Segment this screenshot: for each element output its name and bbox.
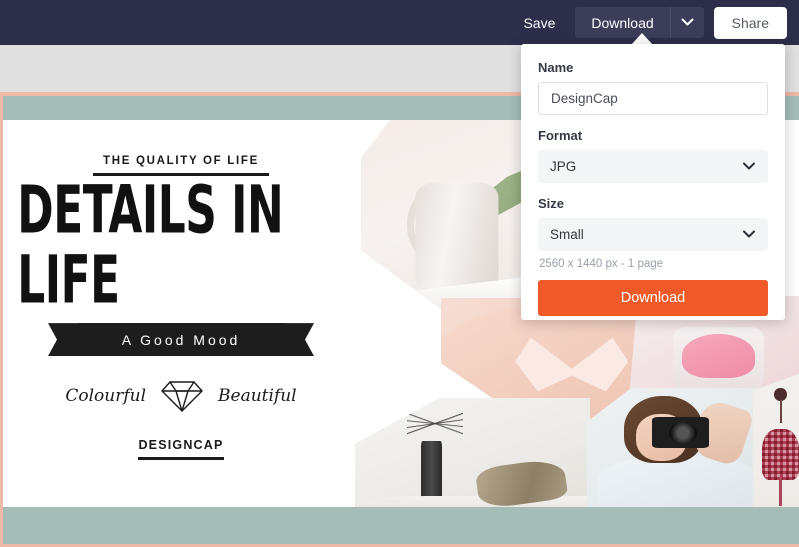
format-field-label: Format [538,128,583,143]
canvas-text-block: THE QUALITY OF LIFE DETAILS IN LIFE A Go… [3,120,359,507]
photo-vase-and-pillows[interactable] [355,398,590,507]
format-select[interactable]: JPG [538,150,768,183]
photo-bag-image [753,370,799,507]
chevron-down-icon [681,18,694,26]
app-root: Save Download Share THE QUALITY OF LIFE [0,0,799,547]
save-button-label: Save [523,14,556,31]
canvas-script-left: Colourful [65,386,147,407]
canvas-bottom-band [3,507,799,544]
photo-hanging-bag[interactable] [753,370,799,507]
ribbon-tail-right [284,323,314,357]
ribbon-tail-left [48,323,78,357]
bag-cord-shape [779,399,782,424]
canvas-ribbon: A Good Mood [48,323,314,357]
canvas-script-right: Beautiful [218,386,297,407]
bag-tail-shape [778,476,782,507]
photo-camera-image [587,388,757,507]
format-select-value: JPG [550,159,577,174]
share-button[interactable]: Share [713,6,787,39]
size-field-label: Size [538,196,565,211]
name-field-label: Name [538,60,574,75]
diamond-icon [161,381,203,413]
photo-vase-image [355,398,590,507]
top-toolbar: Save Download Share [0,0,799,45]
bowl-pink-contents-shape [681,334,756,378]
share-button-label: Share [731,14,769,31]
name-input[interactable]: DesignCap [538,82,768,115]
canvas-brand: DESIGNCAP [138,438,224,461]
download-popup: Name DesignCap Format JPG Size Small 256… [521,44,785,320]
download-dropdown-toggle[interactable] [669,7,704,38]
download-button-label: Download [591,14,654,31]
size-select[interactable]: Small [538,218,768,251]
dimensions-hint: 2560 x 1440 px - 1 page [539,258,664,270]
download-button[interactable]: Download [575,7,669,38]
canvas-kicker: THE QUALITY OF LIFE [102,154,260,167]
chevron-down-icon [743,162,755,170]
photo-woman-with-camera[interactable] [587,388,757,507]
name-input-value: DesignCap [551,91,618,106]
woman-body-shape [597,455,754,507]
save-button[interactable]: Save [507,7,571,38]
canvas-title: DETAILS IN LIFE [17,172,284,318]
camera-lens-shape [668,421,698,444]
confirm-download-button[interactable]: Download [538,280,768,316]
bag-body-shape [761,429,799,480]
canvas-script-row: Colourful Beautiful [65,378,297,414]
size-select-value: Small [550,227,584,242]
canvas-ribbon-text: A Good Mood [121,331,241,348]
confirm-download-label: Download [620,290,686,306]
chevron-down-icon [743,230,755,238]
